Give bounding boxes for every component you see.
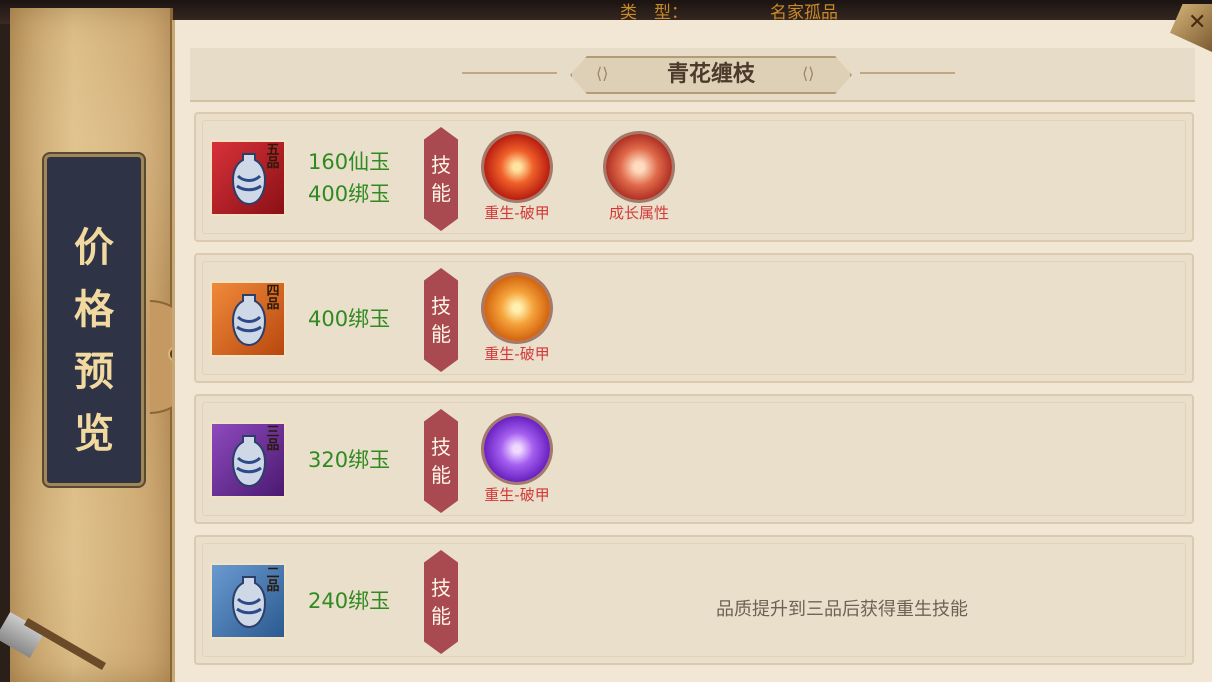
price-row-grade-4: 四品 400绑玉 技能 重生-破甲 (194, 253, 1194, 383)
skill-tag: 技能 (424, 550, 458, 654)
side-title: 价 格 预 览 (47, 217, 141, 465)
vase-icon (231, 294, 267, 347)
header-line-right (860, 72, 955, 74)
side-title-char: 格 (74, 286, 114, 333)
price-row-grade-3: 三品 320绑玉 技能 重生-破甲 (194, 394, 1194, 524)
skill-label: 成长属性 (608, 204, 669, 222)
grade-badge: 三品 (266, 425, 280, 453)
side-scroll-tab: 价 格 预 览 (44, 154, 144, 486)
price-list: 320绑玉 (308, 444, 428, 476)
skill-tag: 技能 (424, 127, 458, 231)
side-title-char: 价 (74, 224, 114, 271)
skill-item[interactable]: 重生-破甲 (472, 134, 562, 223)
vase-icon (231, 153, 267, 206)
phoenix-orange-icon (484, 275, 550, 341)
item-icon-grade-4[interactable]: 四品 (210, 281, 286, 357)
phoenix-red-icon (484, 134, 550, 200)
grade-badge: 四品 (266, 284, 280, 312)
price-text: 400绑玉 (308, 182, 391, 206)
skill-item[interactable]: 重生-破甲 (472, 275, 562, 364)
growth-figure-icon (606, 134, 672, 200)
vase-icon (231, 435, 267, 488)
upgrade-note: 品质提升到三品后获得重生技能 (716, 599, 968, 620)
skill-label: 重生-破甲 (484, 486, 550, 504)
item-icon-grade-2[interactable]: 二品 (210, 563, 286, 639)
skill-item[interactable]: 重生-破甲 (472, 416, 562, 505)
skill-item[interactable]: 成长属性 (594, 134, 684, 223)
side-title-char: 预 (74, 348, 114, 395)
side-title-char: 览 (74, 410, 114, 457)
skill-tag: 技能 (424, 268, 458, 372)
skill-tag-label: 技能 (431, 294, 451, 346)
price-row-grade-2: 二品 240绑玉 技能 品质提升到三品后获得重生技能 (194, 535, 1194, 665)
price-text: 160仙玉 (308, 150, 391, 174)
vase-icon (231, 576, 267, 629)
title-ornament-left-icon: ⟨⟩ (596, 64, 609, 83)
skill-tag-label: 技能 (431, 153, 451, 205)
skill-label: 重生-破甲 (484, 204, 550, 222)
item-icon-grade-3[interactable]: 三品 (210, 422, 286, 498)
price-text: 320绑玉 (308, 448, 391, 472)
price-list: 400绑玉 (308, 303, 428, 335)
skill-tag: 技能 (424, 409, 458, 513)
price-row-grade-5: 五品 160仙玉 400绑玉 技能 重生-破甲 成长属性 (194, 112, 1194, 242)
price-text: 240绑玉 (308, 589, 391, 613)
grade-badge: 二品 (266, 566, 280, 594)
grade-badge: 五品 (266, 143, 280, 171)
price-list: 160仙玉 400绑玉 (308, 146, 428, 210)
close-icon: ✕ (1188, 10, 1207, 35)
header-line-left (462, 72, 557, 74)
phoenix-purple-icon (484, 416, 550, 482)
skill-tag-label: 技能 (431, 435, 451, 487)
price-text: 400绑玉 (308, 307, 391, 331)
title-ornament-right-icon: ⟨⟩ (802, 64, 815, 83)
skill-tag-label: 技能 (431, 576, 451, 628)
skill-label: 重生-破甲 (484, 345, 550, 363)
item-icon-grade-5[interactable]: 五品 (210, 140, 286, 216)
price-list: 240绑玉 (308, 585, 428, 617)
